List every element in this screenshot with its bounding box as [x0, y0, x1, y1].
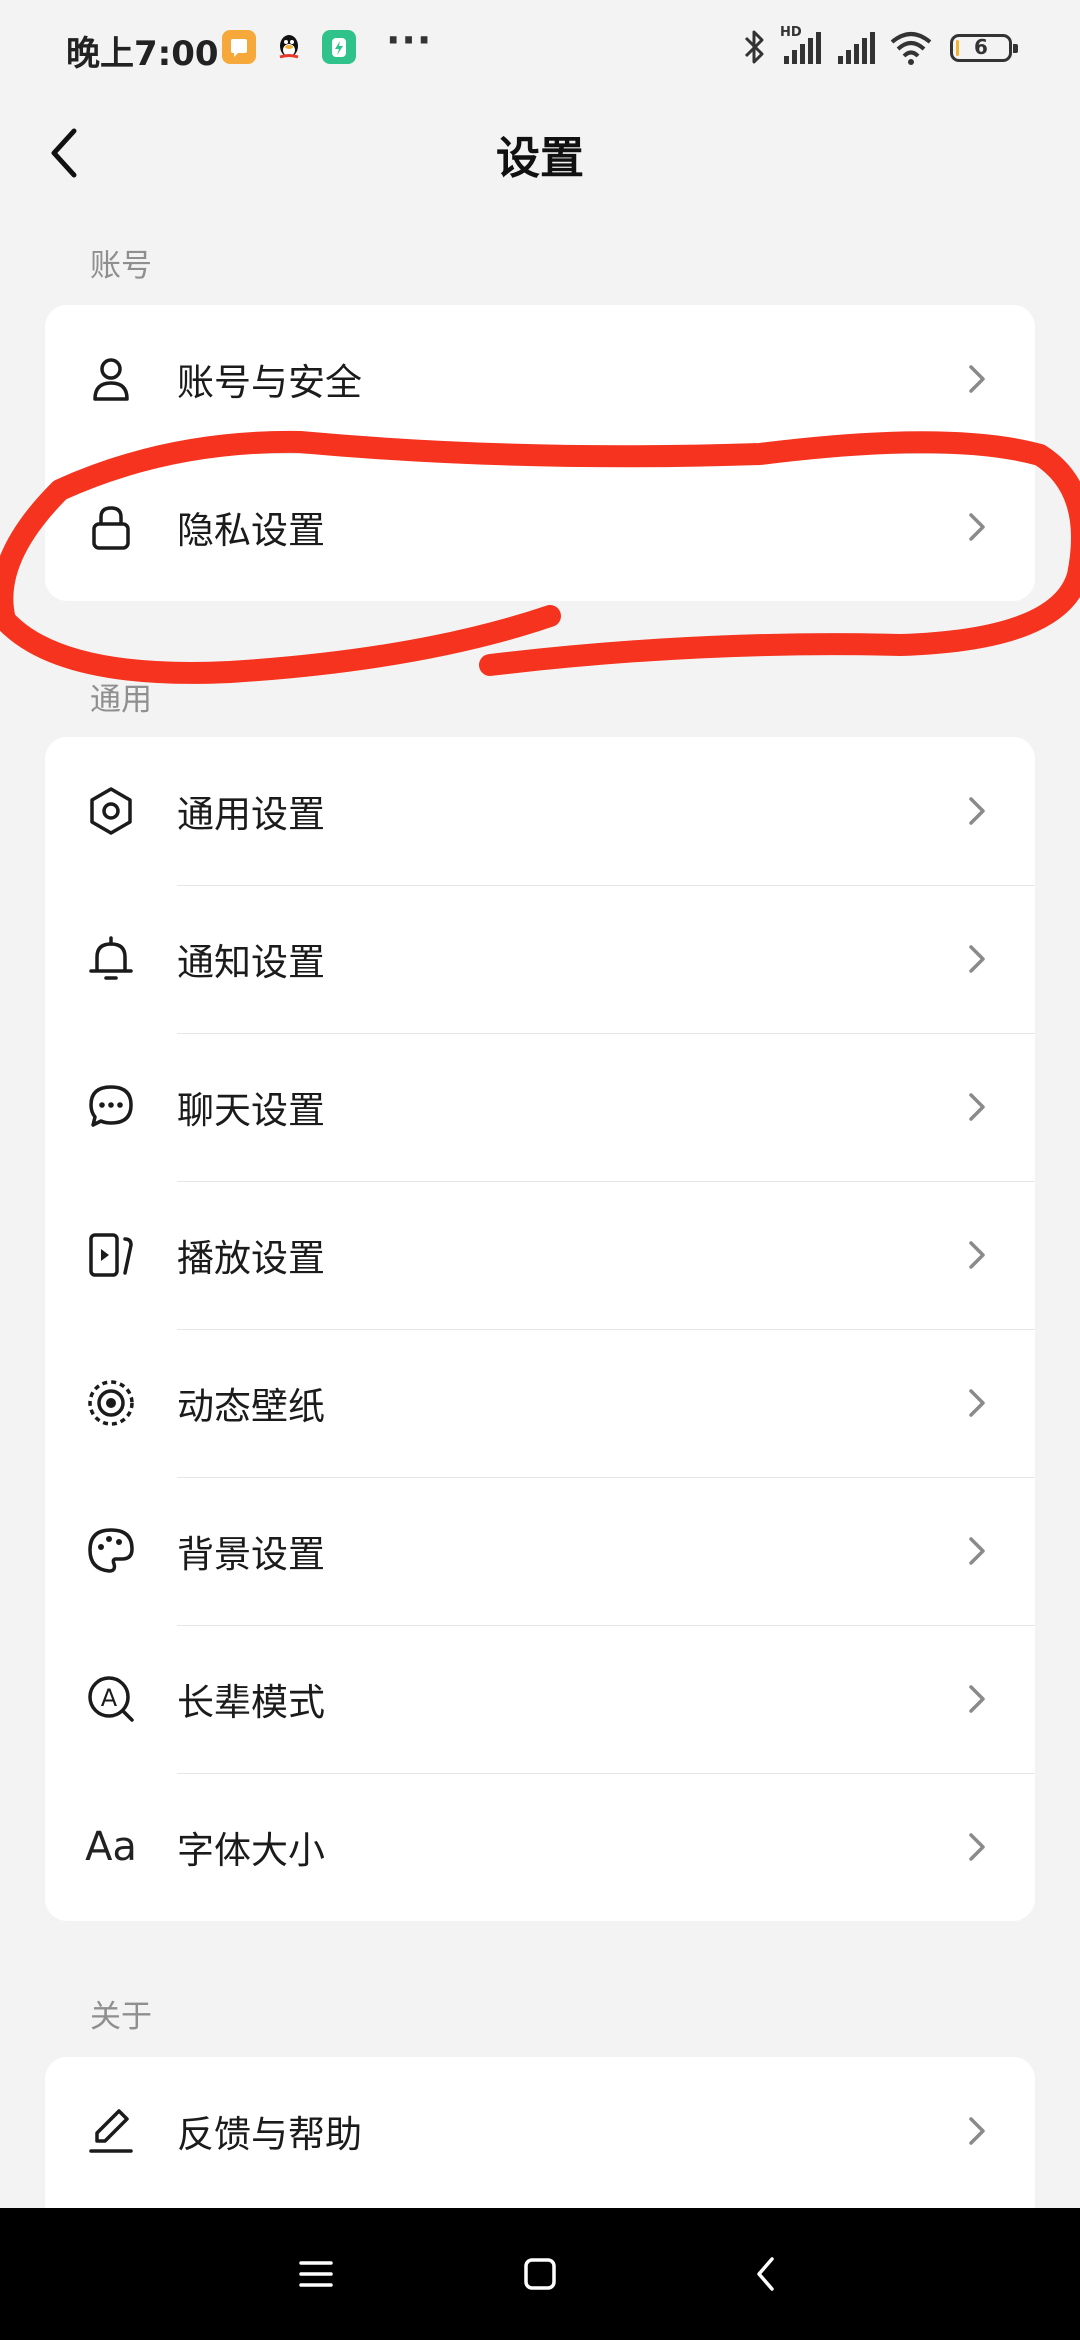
elder-mode-icon: A: [85, 1673, 137, 1725]
chevron-right-icon: [969, 2117, 985, 2145]
section-label-general: 通用: [90, 682, 152, 718]
settings-item-privacy[interactable]: 隐私设置: [45, 453, 1035, 601]
home-icon: [524, 2258, 556, 2290]
chevron-right-icon: [969, 365, 985, 393]
chevron-right-icon: [969, 1537, 985, 1565]
section-label-account: 账号: [90, 248, 152, 284]
settings-item-general[interactable]: 通用设置: [45, 737, 1035, 885]
status-time: 晚上7:00: [66, 34, 219, 74]
gear-icon: [85, 785, 137, 837]
qq-icon: [272, 30, 306, 64]
notes-app-icon: [222, 30, 256, 64]
settings-item-label: 隐私设置: [177, 509, 325, 552]
settings-item-feedback[interactable]: 反馈与帮助: [45, 2057, 1035, 2205]
general-card: 通用设置 通知设置 聊天设置 播放设置 动态壁纸 背景设置 A 长辈模式 Aa …: [45, 737, 1035, 1921]
settings-item-live-wallpaper[interactable]: 动态壁纸: [45, 1329, 1035, 1477]
settings-item-label: 聊天设置: [177, 1089, 325, 1132]
settings-item-notification[interactable]: 通知设置: [45, 885, 1035, 1033]
settings-item-chat[interactable]: 聊天设置: [45, 1033, 1035, 1181]
status-bar: 晚上7:00 ··· HD 6: [0, 0, 1080, 100]
more-dots-icon: ···: [386, 18, 433, 62]
settings-item-background[interactable]: 背景设置: [45, 1477, 1035, 1625]
settings-item-label: 播放设置: [177, 1237, 325, 1280]
chevron-right-icon: [969, 513, 985, 541]
menu-nav-button[interactable]: [286, 2244, 346, 2304]
about-card: 反馈与帮助: [45, 2057, 1035, 2208]
settings-item-label: 反馈与帮助: [177, 2113, 362, 2156]
system-nav-bar: [0, 2208, 1080, 2340]
chat-bubble-icon: [85, 1081, 137, 1133]
chevron-right-icon: [969, 1833, 985, 1861]
chevron-right-icon: [969, 1685, 985, 1713]
settings-item-label: 动态壁纸: [177, 1385, 325, 1428]
settings-item-label: 背景设置: [177, 1533, 325, 1576]
chevron-right-icon: [969, 1389, 985, 1417]
chevron-right-icon: [969, 1093, 985, 1121]
charging-app-icon: [322, 30, 356, 64]
account-card: 账号与安全 隐私设置: [45, 305, 1035, 601]
settings-item-label: 通知设置: [177, 941, 325, 984]
page-title: 设置: [496, 133, 584, 184]
bluetooth-icon: [744, 30, 764, 64]
back-nav-button[interactable]: [736, 2244, 796, 2304]
chevron-right-icon: [969, 945, 985, 973]
font-size-icon: Aa: [85, 1824, 137, 1870]
settings-item-playback[interactable]: 播放设置: [45, 1181, 1035, 1329]
wifi-icon: [890, 32, 932, 65]
settings-item-label: 账号与安全: [177, 361, 362, 404]
signal-icon: [838, 32, 875, 64]
section-label-about: 关于: [90, 1999, 152, 2035]
svg-text:A: A: [101, 1684, 118, 1712]
bell-icon: [85, 933, 137, 985]
settings-item-account-security[interactable]: 账号与安全: [45, 305, 1035, 453]
chevron-right-icon: [969, 797, 985, 825]
battery-level-text: 6: [974, 35, 988, 59]
settings-item-label: 字体大小: [177, 1829, 325, 1872]
menu-icon: [299, 2261, 333, 2287]
settings-item-elder-mode[interactable]: A 长辈模式: [45, 1625, 1035, 1773]
settings-item-font-size[interactable]: Aa 字体大小: [45, 1773, 1035, 1921]
pen-icon: [85, 2105, 137, 2157]
home-nav-button[interactable]: [510, 2244, 570, 2304]
live-wallpaper-icon: [85, 1377, 137, 1429]
palette-icon: [85, 1525, 137, 1577]
settings-item-label: 通用设置: [177, 793, 325, 836]
chevron-right-icon: [969, 1241, 985, 1269]
settings-item-label: 长辈模式: [177, 1681, 325, 1724]
back-icon: [757, 2257, 774, 2291]
battery-icon: 6: [950, 34, 1018, 62]
user-icon: [85, 353, 137, 405]
play-screen-icon: [85, 1229, 137, 1281]
hd-signal-icon: HD: [780, 25, 821, 64]
svg-text:HD: HD: [780, 25, 802, 40]
lock-icon: [85, 501, 137, 553]
